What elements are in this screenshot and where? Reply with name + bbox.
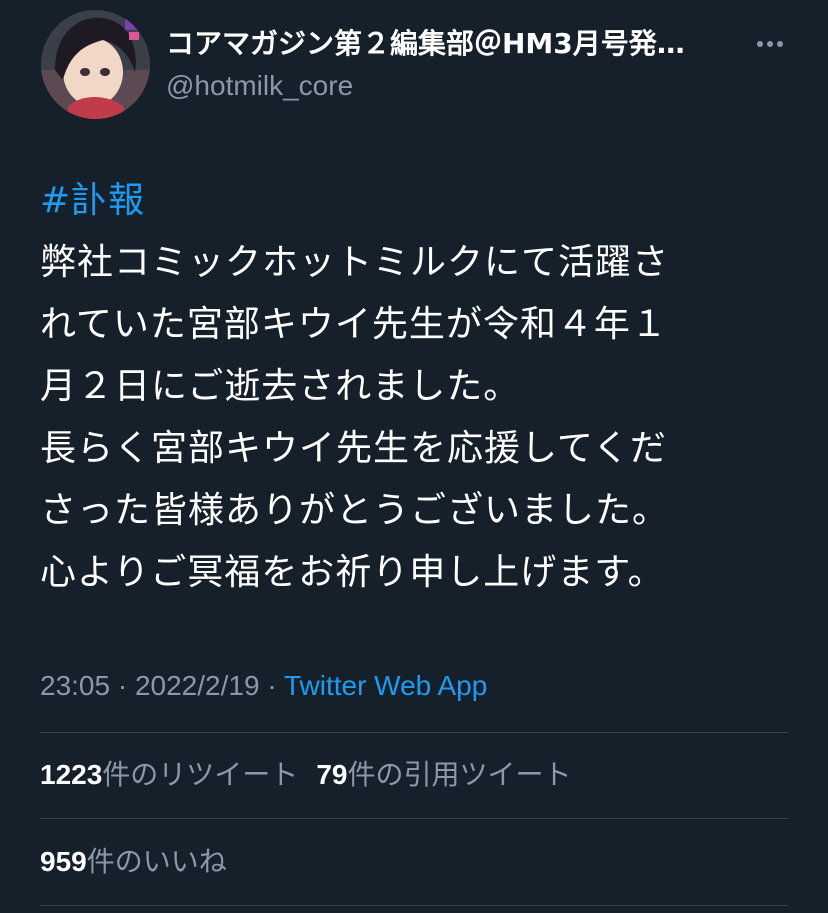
quotes-label: 件の引用ツイート (347, 758, 572, 791)
retweets-label: 件のリツイート (102, 758, 299, 791)
tweet-line: 月２日にご逝去されました。 (40, 366, 521, 407)
tweet-text: #訃報 弊社コミックホットミルクにて活躍さ れていた宮部キウイ先生が令和４年１ … (40, 170, 800, 604)
more-horizontal-icon (757, 41, 763, 47)
hashtag-link[interactable]: #訃報 (40, 170, 800, 232)
divider (40, 818, 788, 819)
tweet-date[interactable]: 2022/2/19 (135, 670, 260, 701)
likes-stats-row: 959件のいいね (40, 840, 227, 884)
more-options-button[interactable] (748, 28, 792, 60)
tweet-metadata: 23:05 · 2022/2/19 · Twitter Web App (40, 664, 487, 708)
avatar[interactable] (41, 10, 150, 119)
divider (40, 905, 788, 906)
tweet-line: 弊社コミックホットミルクにて活躍さ (40, 242, 670, 283)
tweet-source-link[interactable]: Twitter Web App (284, 670, 487, 701)
display-name[interactable]: コアマガジン第２編集部＠HM3月号発… (166, 24, 736, 64)
more-horizontal-icon-dot (777, 41, 783, 47)
tweet-line: 心よりご冥福をお祈り申し上げます。 (40, 552, 665, 593)
likes-label: 件のいいね (86, 845, 227, 878)
likes-stat[interactable]: 959件のいいね (40, 845, 227, 878)
tweet-line: 長らく宮部キウイ先生を応援してくだ (40, 428, 667, 469)
meta-separator: · (110, 670, 135, 701)
user-handle[interactable]: @hotmilk_core (166, 66, 353, 106)
meta-separator: · (259, 670, 284, 701)
avatar-image (41, 10, 150, 119)
divider (40, 732, 788, 733)
tweet-time[interactable]: 23:05 (40, 670, 110, 701)
tweet-line: さった皆様ありがとうございました。 (40, 490, 670, 531)
retweets-stat[interactable]: 1223件のリツイート (40, 758, 298, 791)
tweet-line: れていた宮部キウイ先生が令和４年１ (40, 304, 668, 345)
quotes-stat[interactable]: 79件の引用ツイート (316, 758, 571, 791)
more-horizontal-icon-dot (767, 41, 773, 47)
quotes-count: 79 (316, 759, 348, 790)
retweets-count: 1223 (40, 759, 103, 790)
retweet-stats-row: 1223件のリツイート 79件の引用ツイート (40, 753, 571, 797)
likes-count: 959 (40, 846, 87, 877)
